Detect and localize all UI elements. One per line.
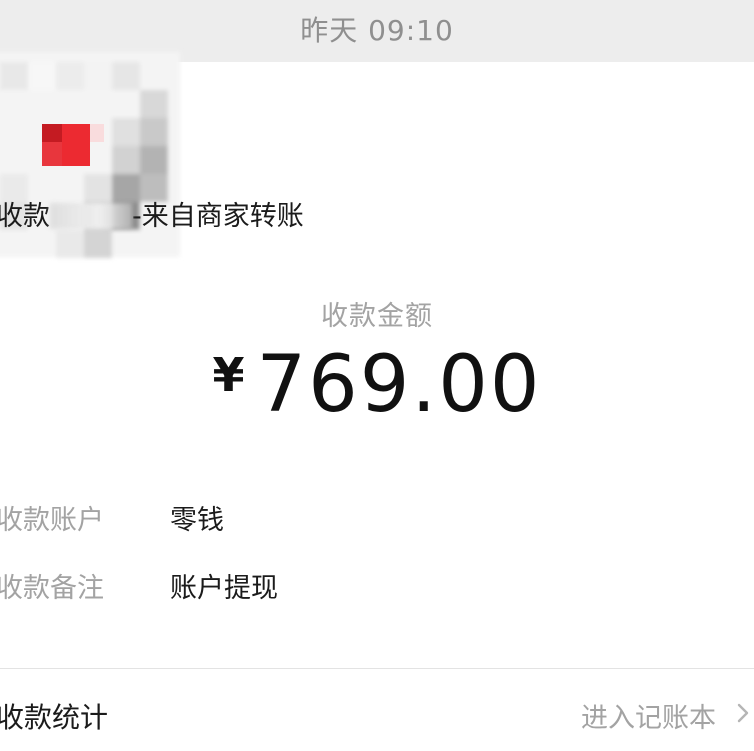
detail-label: 收款账户 — [0, 505, 104, 536]
notification-title: 收款 -来自商家转账 — [0, 194, 304, 233]
chevron-right-icon[interactable] — [736, 702, 750, 724]
amount-label: 收款金额 — [321, 301, 433, 332]
timestamp: 昨天 09:10 — [300, 14, 454, 47]
amount-display: ¥769.00 — [0, 340, 754, 430]
detail-value: 账户提现 — [170, 573, 278, 604]
payment-notification-page: 昨天 09:10 收款 -来自商家转账 收款金额 ¥ 769.00 收款账户 零… — [0, 0, 754, 751]
divider — [0, 668, 754, 669]
detail-row-account: 收款账户 零钱 — [0, 498, 736, 538]
blurred-avatar-icon — [0, 32, 195, 282]
ledger-link[interactable]: 进入记账本 — [581, 696, 716, 735]
stats-row[interactable]: 收款统计 进入记账本 — [0, 696, 750, 740]
stats-label: 收款统计 — [0, 701, 109, 734]
detail-row-remark: 收款备注 账户提现 — [0, 566, 736, 606]
detail-label: 收款备注 — [0, 573, 104, 604]
currency-symbol: ¥ — [212, 348, 247, 402]
title-suffix: -来自商家转账 — [132, 201, 304, 232]
amount-value: 769.00 — [256, 340, 542, 430]
title-prefix: 收款 — [0, 201, 50, 232]
timestamp-bar: 昨天 09:10 — [0, 0, 754, 62]
blurred-merchant-name — [50, 203, 132, 229]
detail-value: 零钱 — [170, 505, 224, 536]
notification-card[interactable]: 收款 -来自商家转账 收款金额 ¥769.00 收款账户 零钱 收款备注 账户提现… — [0, 52, 754, 751]
